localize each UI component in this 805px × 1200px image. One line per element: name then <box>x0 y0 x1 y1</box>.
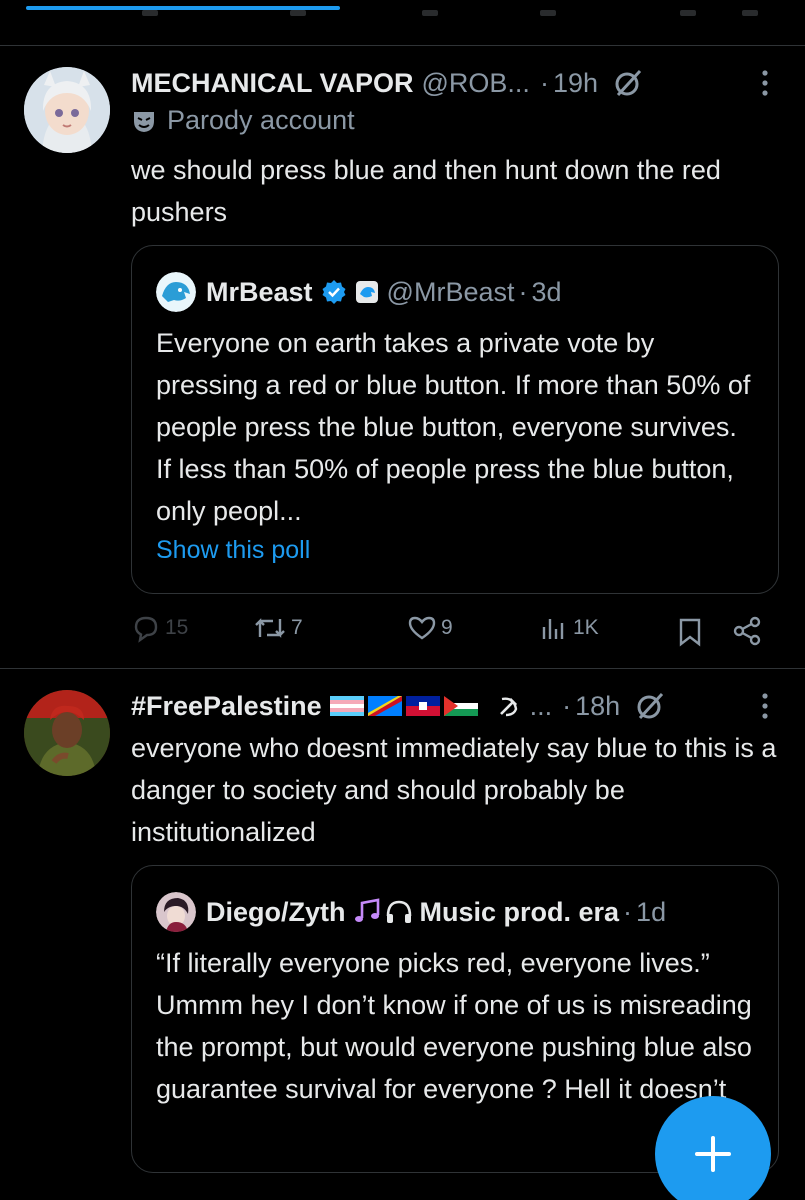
views-button[interactable]: 1K <box>539 613 599 643</box>
reply-icon <box>134 616 158 643</box>
separator-dot: · <box>539 67 549 98</box>
quoted-tweet[interactable]: MrBeast @MrBeast · 3d Everyone on earth … <box>131 245 779 594</box>
show-poll-link[interactable]: Show this poll <box>156 536 310 565</box>
parody-label: Parody account <box>131 105 355 136</box>
repost-button[interactable]: 7 <box>253 613 303 643</box>
tweet-text: everyone who doesnt immediately say blue… <box>131 733 777 847</box>
tweet[interactable]: MECHANICAL VAPOR @ROB... · 19h Parody ac… <box>0 47 805 669</box>
quoted-tweet-text: “If literally everyone picks red, everyo… <box>156 948 752 1104</box>
music-notes-icon <box>354 898 379 922</box>
hammer-sickle-icon <box>499 697 517 717</box>
tweet-header: MECHANICAL VAPOR @ROB... · 19h <box>131 65 775 101</box>
quoted-display-name[interactable]: Diego/Zyth <box>206 897 346 928</box>
bookmark-icon[interactable] <box>680 10 696 16</box>
quoted-timestamp[interactable]: 1d <box>636 897 666 928</box>
heart-icon <box>408 616 436 640</box>
handle[interactable]: @ROB... <box>422 68 530 99</box>
quoted-tweet-header: Diego/Zyth Music prod. era · 1d <box>156 892 666 932</box>
headphones-icon <box>386 900 411 923</box>
tweet-header: #FreePalestine ... · 18h <box>131 688 775 724</box>
repost-icon <box>255 618 285 638</box>
separator-dot: · <box>562 690 572 721</box>
verified-badge-icon <box>322 280 346 304</box>
display-name[interactable]: MECHANICAL VAPOR <box>131 68 414 99</box>
bookmark-icon[interactable] <box>677 617 703 647</box>
timestamp[interactable]: 19h <box>553 68 598 99</box>
parody-label-text: Parody account <box>167 105 355 135</box>
like-icon[interactable] <box>422 10 438 16</box>
like-button[interactable]: 9 <box>407 613 453 643</box>
name-truncation: ... <box>529 690 553 721</box>
quoted-handle[interactable]: @MrBeast <box>387 277 515 308</box>
like-count: 9 <box>441 616 453 639</box>
quoted-tweet-header: MrBeast @MrBeast · 3d <box>156 272 562 312</box>
more-options-icon[interactable] <box>755 65 775 101</box>
reply-button[interactable]: 15 <box>131 613 188 643</box>
mask-icon <box>134 111 154 132</box>
repost-count: 7 <box>291 616 303 639</box>
share-icon[interactable] <box>731 615 763 647</box>
quoted-tweet-text: Everyone on earth takes a private vote b… <box>156 328 751 526</box>
quoted-timestamp[interactable]: 3d <box>531 277 561 308</box>
separator-dot: · <box>623 896 633 927</box>
views-icon[interactable] <box>540 10 556 16</box>
views-icon <box>542 619 564 639</box>
separator-dot: · <box>518 276 528 307</box>
tweet-text: we should press blue and then hunt down … <box>131 155 721 227</box>
avatar[interactable] <box>24 67 110 153</box>
quoted-avatar <box>156 272 196 312</box>
flag-emoji-icons <box>329 696 478 716</box>
reply-icon[interactable] <box>142 10 158 16</box>
plus-icon <box>695 1136 731 1172</box>
display-name[interactable]: #FreePalestine <box>131 691 322 722</box>
quoted-display-name-suffix: Music prod. era <box>419 896 620 927</box>
share-icon[interactable] <box>742 10 758 16</box>
repost-icon[interactable] <box>290 10 306 16</box>
quoted-display-name[interactable]: MrBeast <box>206 277 313 308</box>
avatar[interactable] <box>24 690 110 776</box>
views-count: 1K <box>573 616 599 639</box>
grok-icon[interactable] <box>612 67 644 99</box>
reply-count: 15 <box>165 616 189 639</box>
previous-tweet-action-bar <box>0 0 805 46</box>
timestamp[interactable]: 18h <box>575 691 620 722</box>
quoted-avatar <box>156 892 196 932</box>
grok-icon[interactable] <box>634 690 666 722</box>
affiliate-badge-icon <box>355 281 378 303</box>
tweet-action-bar: 15 7 9 1K <box>131 613 771 653</box>
compose-post-button[interactable] <box>655 1096 771 1200</box>
more-options-icon[interactable] <box>755 688 775 724</box>
